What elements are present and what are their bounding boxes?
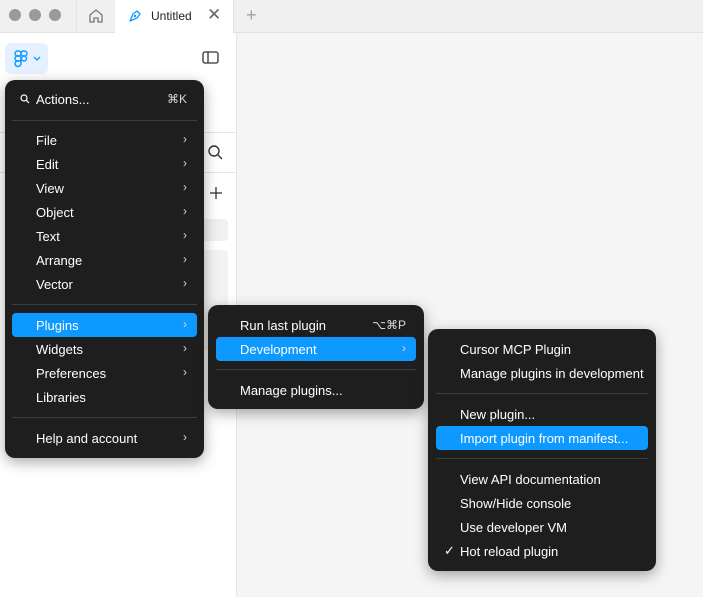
close-tab-icon[interactable]: ✕ — [207, 5, 221, 25]
chevron-right-icon: › — [183, 180, 187, 194]
chevron-right-icon: › — [402, 341, 406, 355]
menu-item-label: Manage plugins... — [240, 383, 343, 398]
menu-item-label: Hot reload plugin — [460, 544, 559, 559]
menu-item-label: Widgets — [36, 342, 83, 357]
menu-item-preferences[interactable]: Preferences › — [12, 361, 197, 385]
menu-item-run-last-plugin[interactable]: Run last plugin ⌥⌘P — [216, 313, 416, 337]
chevron-right-icon: › — [183, 341, 187, 355]
menu-item-help-and-account[interactable]: Help and account › — [12, 426, 197, 450]
menu-item-label: View API documentation — [460, 472, 601, 487]
home-icon — [89, 9, 103, 23]
home-tab[interactable] — [76, 0, 116, 32]
minimize-window-button[interactable] — [29, 9, 41, 21]
chevron-right-icon: › — [183, 276, 187, 290]
panel-toggle-icon[interactable] — [202, 51, 220, 65]
chevron-right-icon: › — [183, 156, 187, 170]
menu-item-vector[interactable]: Vector › — [12, 272, 197, 296]
menu-separator — [436, 393, 648, 394]
menu-item-cursor-mcp-plugin[interactable]: Cursor MCP Plugin — [436, 337, 648, 361]
menu-item-plugins[interactable]: Plugins › — [12, 313, 197, 337]
actions-shortcut: ⌘K — [166, 92, 187, 106]
chevron-right-icon: › — [183, 228, 187, 242]
menu-item-label: New plugin... — [460, 407, 536, 422]
menu-item-label: View — [36, 181, 64, 196]
figma-file-icon — [129, 10, 141, 22]
menu-item-import-plugin-from-manifest[interactable]: Import plugin from manifest... — [436, 426, 648, 450]
figma-logo-icon — [14, 50, 28, 68]
menu-item-label: Vector — [36, 277, 73, 292]
chevron-right-icon: › — [183, 365, 187, 379]
tab-title: Untitled — [151, 9, 192, 23]
menu-item-view[interactable]: View › — [12, 176, 197, 200]
menu-item-new-plugin[interactable]: New plugin... — [436, 402, 648, 426]
search-icon — [20, 94, 30, 104]
menu-item-label: Cursor MCP Plugin — [460, 342, 572, 357]
menu-item-label: Plugins — [36, 318, 79, 333]
menu-item-file[interactable]: File › — [12, 128, 197, 152]
actions-search[interactable]: Actions... ⌘K — [12, 87, 197, 111]
chevron-right-icon: › — [183, 252, 187, 266]
menu-item-label: Text — [36, 229, 60, 244]
menu-item-manage-plugins-in-development[interactable]: Manage plugins in development — [436, 361, 648, 385]
menu-separator — [12, 120, 197, 121]
menu-item-widgets[interactable]: Widgets › — [12, 337, 197, 361]
menu-item-hot-reload-plugin[interactable]: ✓ Hot reload plugin — [436, 539, 648, 563]
menu-separator — [216, 369, 416, 370]
add-page-icon[interactable] — [209, 186, 223, 200]
menu-item-libraries[interactable]: Libraries — [12, 385, 197, 409]
menu-item-use-developer-vm[interactable]: Use developer VM — [436, 515, 648, 539]
menu-item-label: Show/Hide console — [460, 496, 572, 511]
chevron-right-icon: › — [183, 204, 187, 218]
menu-item-show-hide-console[interactable]: Show/Hide console — [436, 491, 648, 515]
new-tab-icon[interactable]: + — [246, 5, 257, 25]
menu-item-development[interactable]: Development › — [216, 337, 416, 361]
development-submenu: Cursor MCP Plugin Manage plugins in deve… — [428, 329, 656, 571]
menu-item-label: Object — [36, 205, 74, 220]
menu-separator — [12, 417, 197, 418]
tab-bar: Untitled ✕ + — [0, 0, 703, 33]
search-icon[interactable] — [207, 144, 223, 160]
menu-item-manage-plugins[interactable]: Manage plugins... — [216, 378, 416, 402]
main-menu: Actions... ⌘K File › Edit › View › Object › … — [5, 80, 204, 458]
menu-item-label: Run last plugin — [240, 318, 326, 333]
checkmark-icon: ✓ — [444, 543, 455, 558]
menu-item-label: Manage plugins in development — [460, 366, 644, 381]
menu-item-arrange[interactable]: Arrange › — [12, 248, 197, 272]
menu-item-label: Development — [240, 342, 317, 357]
chevron-right-icon: › — [183, 430, 187, 444]
chevron-right-icon: › — [183, 132, 187, 146]
menu-item-object[interactable]: Object › — [12, 200, 197, 224]
menu-item-view-api-documentation[interactable]: View API documentation — [436, 467, 648, 491]
plugins-submenu: Run last plugin ⌥⌘P Development › Manage p… — [208, 305, 424, 409]
menu-item-label: Libraries — [36, 390, 86, 405]
menu-item-label: Edit — [36, 157, 59, 172]
menu-item-text[interactable]: Text › — [12, 224, 197, 248]
chevron-right-icon: › — [183, 317, 187, 331]
menu-item-label: Use developer VM — [460, 520, 567, 535]
main-menu-button[interactable] — [5, 43, 48, 74]
menu-item-label: Arrange — [36, 253, 83, 268]
menu-item-label: Import plugin from manifest... — [460, 431, 629, 446]
menu-item-label: File — [36, 133, 57, 148]
actions-label: Actions... — [36, 92, 90, 107]
menu-item-label: Help and account — [36, 431, 138, 446]
chevron-down-icon — [33, 56, 41, 61]
menu-item-label: Preferences — [36, 366, 107, 381]
file-tab[interactable]: Untitled ✕ — [115, 0, 234, 33]
close-window-button[interactable] — [9, 9, 21, 21]
menu-separator — [12, 304, 197, 305]
menu-separator — [436, 458, 648, 459]
menu-item-edit[interactable]: Edit › — [12, 152, 197, 176]
zoom-window-button[interactable] — [49, 9, 61, 21]
run-last-plugin-shortcut: ⌥⌘P — [372, 318, 406, 332]
